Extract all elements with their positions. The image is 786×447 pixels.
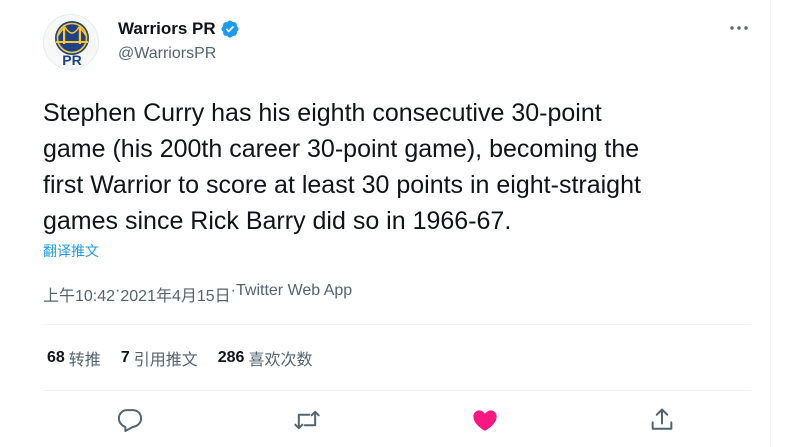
tweet-actions — [43, 402, 751, 438]
translate-tweet-link[interactable]: 翻译推文 — [43, 241, 99, 261]
share-icon[interactable] — [648, 406, 676, 434]
retweets-label: 转推 — [68, 352, 101, 369]
likes-label: 喜欢次数 — [248, 352, 313, 369]
tweet-time[interactable]: 上午10:42 — [43, 282, 115, 306]
author-name-row[interactable]: Warriors PR — [118, 18, 240, 40]
warriors-logo-icon: PR — [55, 21, 89, 68]
tweet-stats: 68 转推 7 引用推文 286 喜欢次数 — [47, 346, 332, 370]
tweet-source[interactable]: Twitter Web App — [236, 282, 352, 306]
quotes-stat[interactable]: 7 引用推文 — [121, 346, 198, 370]
divider — [43, 324, 751, 325]
display-name[interactable]: Warriors PR — [118, 19, 216, 39]
heart-filled-icon[interactable] — [471, 406, 499, 434]
quotes-label: 引用推文 — [133, 352, 198, 369]
column-border — [770, 0, 771, 447]
tweet-date[interactable]: 2021年4月15日 — [120, 282, 230, 306]
tweet-meta: 上午10:42 · 2021年4月15日 · Twitter Web App — [43, 282, 352, 306]
divider — [43, 390, 751, 391]
quotes-count: 7 — [120, 349, 130, 366]
retweets-count: 68 — [47, 349, 65, 366]
avatar-initials: PR — [62, 52, 81, 68]
avatar[interactable]: PR — [43, 14, 99, 70]
likes-count: 286 — [217, 349, 245, 366]
retweets-stat[interactable]: 68 转推 — [47, 346, 101, 370]
tweet-card: PR Warriors PR @WarriorsPR Stephen Curry… — [0, 0, 786, 447]
author-handle[interactable]: @WarriorsPR — [118, 45, 216, 63]
tweet-text: Stephen Curry has his eighth consecutive… — [43, 99, 641, 235]
reply-icon[interactable] — [116, 406, 144, 434]
verified-badge-icon — [220, 19, 240, 39]
retweet-icon[interactable] — [293, 406, 321, 434]
likes-stat[interactable]: 286 喜欢次数 — [218, 346, 313, 370]
more-dots-icon[interactable] — [727, 16, 751, 40]
